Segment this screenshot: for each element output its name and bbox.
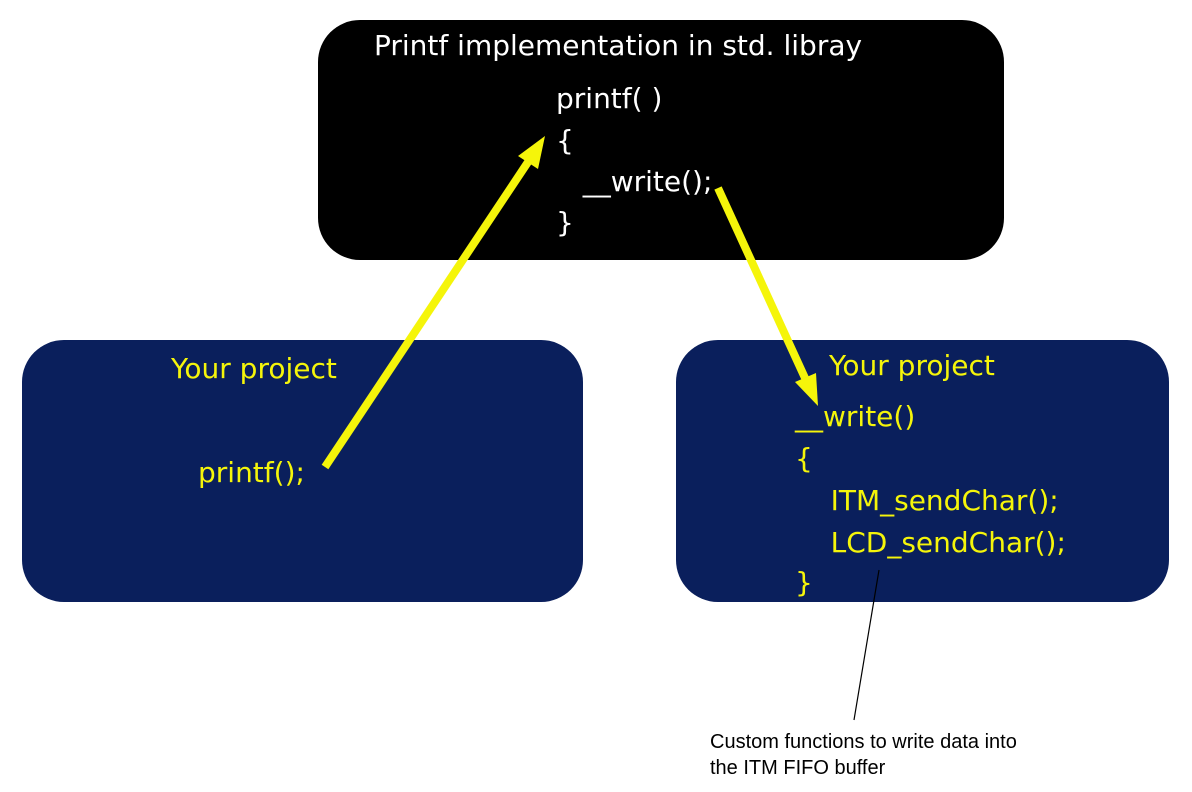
annotation-line-2: the ITM FIFO buffer	[710, 757, 886, 779]
annotation-pointer-line	[853, 569, 880, 721]
arrow-write-to-project-head	[795, 373, 818, 406]
connector-arrows	[321, 136, 880, 721]
arrow-printf-to-library	[321, 159, 532, 470]
arrow-write-to-project	[714, 186, 809, 380]
annotation-line-1: Custom functions to write data into	[710, 731, 1017, 753]
